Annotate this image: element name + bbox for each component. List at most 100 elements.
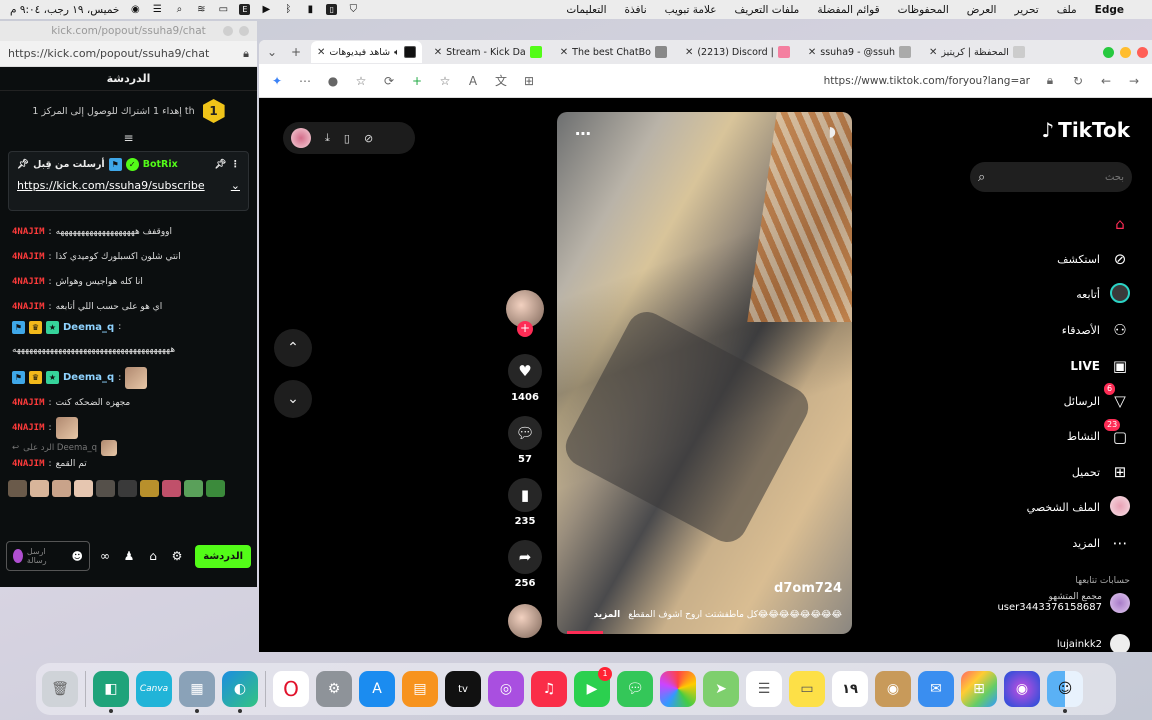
tab-chatbot[interactable]: ✕ The best ChatBo (554, 41, 673, 63)
infinity-icon[interactable]: ∞ (96, 549, 114, 563)
menu-help[interactable]: التعليمات (566, 4, 606, 16)
chat-message[interactable]: 4NAJIM: اووقفف هههههههههههههههههههه (12, 219, 245, 244)
podcasts-icon[interactable]: ◎ (488, 671, 524, 707)
nav-messages[interactable]: الرسائل ▽ 6 (970, 383, 1130, 420)
emote-option[interactable] (74, 480, 93, 497)
menu-tab[interactable]: علامة تبويب (665, 4, 717, 16)
video-progress[interactable] (567, 631, 603, 634)
nav-home[interactable]: ⌂ (970, 206, 1130, 242)
emoji-icon[interactable]: ☻ (72, 550, 83, 563)
apple-tv-icon[interactable]: tv (445, 671, 481, 707)
like-button[interactable]: ♥ (508, 354, 542, 388)
mute-icon[interactable]: ◗ (829, 124, 836, 140)
menu-file[interactable]: ملف (1057, 4, 1077, 16)
url-field[interactable]: https://www.tiktok.com/foryou?lang=ar (824, 75, 1030, 87)
wifi-icon[interactable]: ≋ (195, 4, 207, 16)
nav-explore[interactable]: استكشف ⊘ (970, 242, 1130, 278)
next-video-button[interactable]: ⌄ (274, 380, 312, 418)
tab-ssuha9[interactable]: ✕ ssuha9 - @ssuh (802, 41, 917, 63)
people-icon[interactable]: ♟ (120, 549, 138, 563)
menu-app-name[interactable]: Edge (1095, 4, 1124, 16)
chat-message[interactable]: ⚑ ♛ ★ Deema_q: (12, 319, 245, 335)
tab-discord[interactable]: ✕ (2213) Discord | (679, 41, 796, 63)
chat-username[interactable]: Deema_q (63, 322, 114, 333)
notes-icon[interactable]: ▭ (789, 671, 825, 707)
messages-icon[interactable]: 💬︎ (617, 671, 653, 707)
creator-avatar[interactable] (291, 128, 311, 148)
following-account[interactable]: lujainkk2 (1057, 634, 1130, 652)
window-close-icon[interactable] (1137, 46, 1148, 58)
close-tab-icon[interactable]: ✕ (317, 47, 325, 58)
subscribe-link[interactable]: https://kick.com/ssuha9/subscribe (17, 179, 205, 192)
forward-icon[interactable]: → (1126, 74, 1142, 88)
share-button[interactable]: ➦ (508, 540, 542, 574)
kick-url[interactable]: https://kick.com/popout/ssuha9/chat (8, 47, 235, 60)
emote-option[interactable] (30, 480, 49, 497)
bluetooth-icon[interactable]: ᛒ (282, 4, 294, 16)
music-icon[interactable]: ♫ (531, 671, 567, 707)
nav-following[interactable]: أتابعه (970, 277, 1130, 313)
menu-profiles[interactable]: ملفات التعريف (735, 4, 800, 16)
facetime-icon[interactable]: ▶ 1 (574, 667, 612, 707)
menu-window[interactable]: نافذة (625, 4, 647, 16)
window-zoom-icon[interactable] (1103, 46, 1114, 58)
close-tab-icon[interactable]: ✕ (929, 47, 937, 58)
chat-reply-context[interactable]: ↩ الرد على Deema_q (12, 440, 245, 456)
video-player[interactable]: ⋯ ◗ d7om724 المزيد كل ماطفشتت اروح اشوف … (557, 112, 852, 634)
nav-live[interactable]: LIVE ▣ (970, 348, 1130, 384)
canva-icon[interactable]: Canva (136, 671, 172, 707)
emote-option[interactable] (118, 480, 137, 497)
emote-option[interactable] (206, 480, 225, 497)
reload-icon[interactable]: ↻ (1070, 74, 1086, 88)
chat-menu-icon[interactable]: ≡ (0, 131, 257, 145)
nav-profile[interactable]: الملف الشخصي (970, 490, 1130, 526)
play-icon[interactable]: ▶ (260, 4, 272, 16)
chat-username[interactable]: Deema_q (63, 372, 114, 383)
window-minimize-icon[interactable] (1120, 46, 1131, 58)
following-account[interactable]: مجمع المتشهو user3443376158687 (997, 592, 1130, 613)
launchpad-icon[interactable]: ⊞ (961, 671, 997, 707)
store-icon[interactable]: ⌂ (144, 549, 162, 563)
video-more-icon[interactable]: ⋯ (575, 124, 591, 143)
chat-username[interactable]: 4NAJIM (12, 277, 45, 287)
sound-avatar[interactable] (508, 604, 542, 638)
chat-input[interactable]: ارسل رسالة ☻ (6, 541, 90, 571)
close-tab-icon[interactable]: ✕ (434, 47, 442, 58)
reminders-icon[interactable]: ☰ (746, 671, 782, 707)
chat-username[interactable]: 4NAJIM (12, 227, 45, 237)
tab-tiktok[interactable]: ✕ شاهد فيديوهات 🔈︎ (311, 41, 422, 63)
emote-option[interactable] (184, 480, 203, 497)
shield-icon[interactable]: ⛉ (347, 4, 359, 16)
speaker-icon[interactable]: 🔈︎ (394, 47, 400, 58)
chat-username[interactable]: 4NAJIM (12, 423, 45, 433)
read-aloud-icon[interactable]: A (465, 74, 481, 88)
new-tab-plus-icon[interactable]: + (287, 45, 305, 59)
unpin-icon[interactable]: 📌︎ (214, 159, 226, 170)
emote-option[interactable] (162, 480, 181, 497)
nav-upload[interactable]: تحميل ⊞ (970, 455, 1130, 491)
close-tab-icon[interactable]: ✕ (560, 47, 568, 58)
bars-icon[interactable]: ▮ (304, 4, 316, 16)
battery-icon[interactable]: ▭ (217, 4, 229, 16)
see-more-link[interactable]: المزيد (594, 610, 621, 620)
chevron-down-icon[interactable]: ⌄ (231, 179, 240, 192)
tab-kick-stream[interactable]: ✕ Stream - Kick Da (428, 41, 548, 63)
emote-option[interactable] (96, 480, 115, 497)
previous-video-button[interactable]: ⌃ (274, 329, 312, 367)
translate-icon[interactable]: 文 (493, 72, 509, 89)
menu-favorites[interactable]: قوائم المفضلة (817, 4, 879, 16)
pinned-message[interactable]: 📌︎ أرسلت من قِبل ⚑ ✓ BotRix 📌︎ ⋮ https:/… (8, 151, 249, 211)
emote-option[interactable] (52, 480, 71, 497)
menu-history[interactable]: المحفوظات (898, 4, 949, 16)
tab-wallet[interactable]: ✕ المحفظة | كريتيز (923, 41, 1031, 63)
clock[interactable]: خميس، ١٩ رجب، ٩:٠٤ م (10, 4, 119, 16)
creator-avatar[interactable]: + (506, 290, 544, 337)
copilot-icon[interactable]: ✦ (269, 74, 285, 88)
tab-actions-chevron-icon[interactable]: ⌄ (263, 45, 281, 59)
chat-message[interactable]: ⚑ ♛ ★ Deema_q: (12, 365, 245, 390)
app-store-icon[interactable]: A (359, 671, 395, 707)
save-button[interactable]: ▮ (508, 478, 542, 512)
chat-message[interactable]: 4NAJIM: انا كله هواجيس وهواش (12, 269, 245, 294)
menu-view[interactable]: العرض (967, 4, 997, 16)
books-icon[interactable]: ▤ (402, 671, 438, 707)
